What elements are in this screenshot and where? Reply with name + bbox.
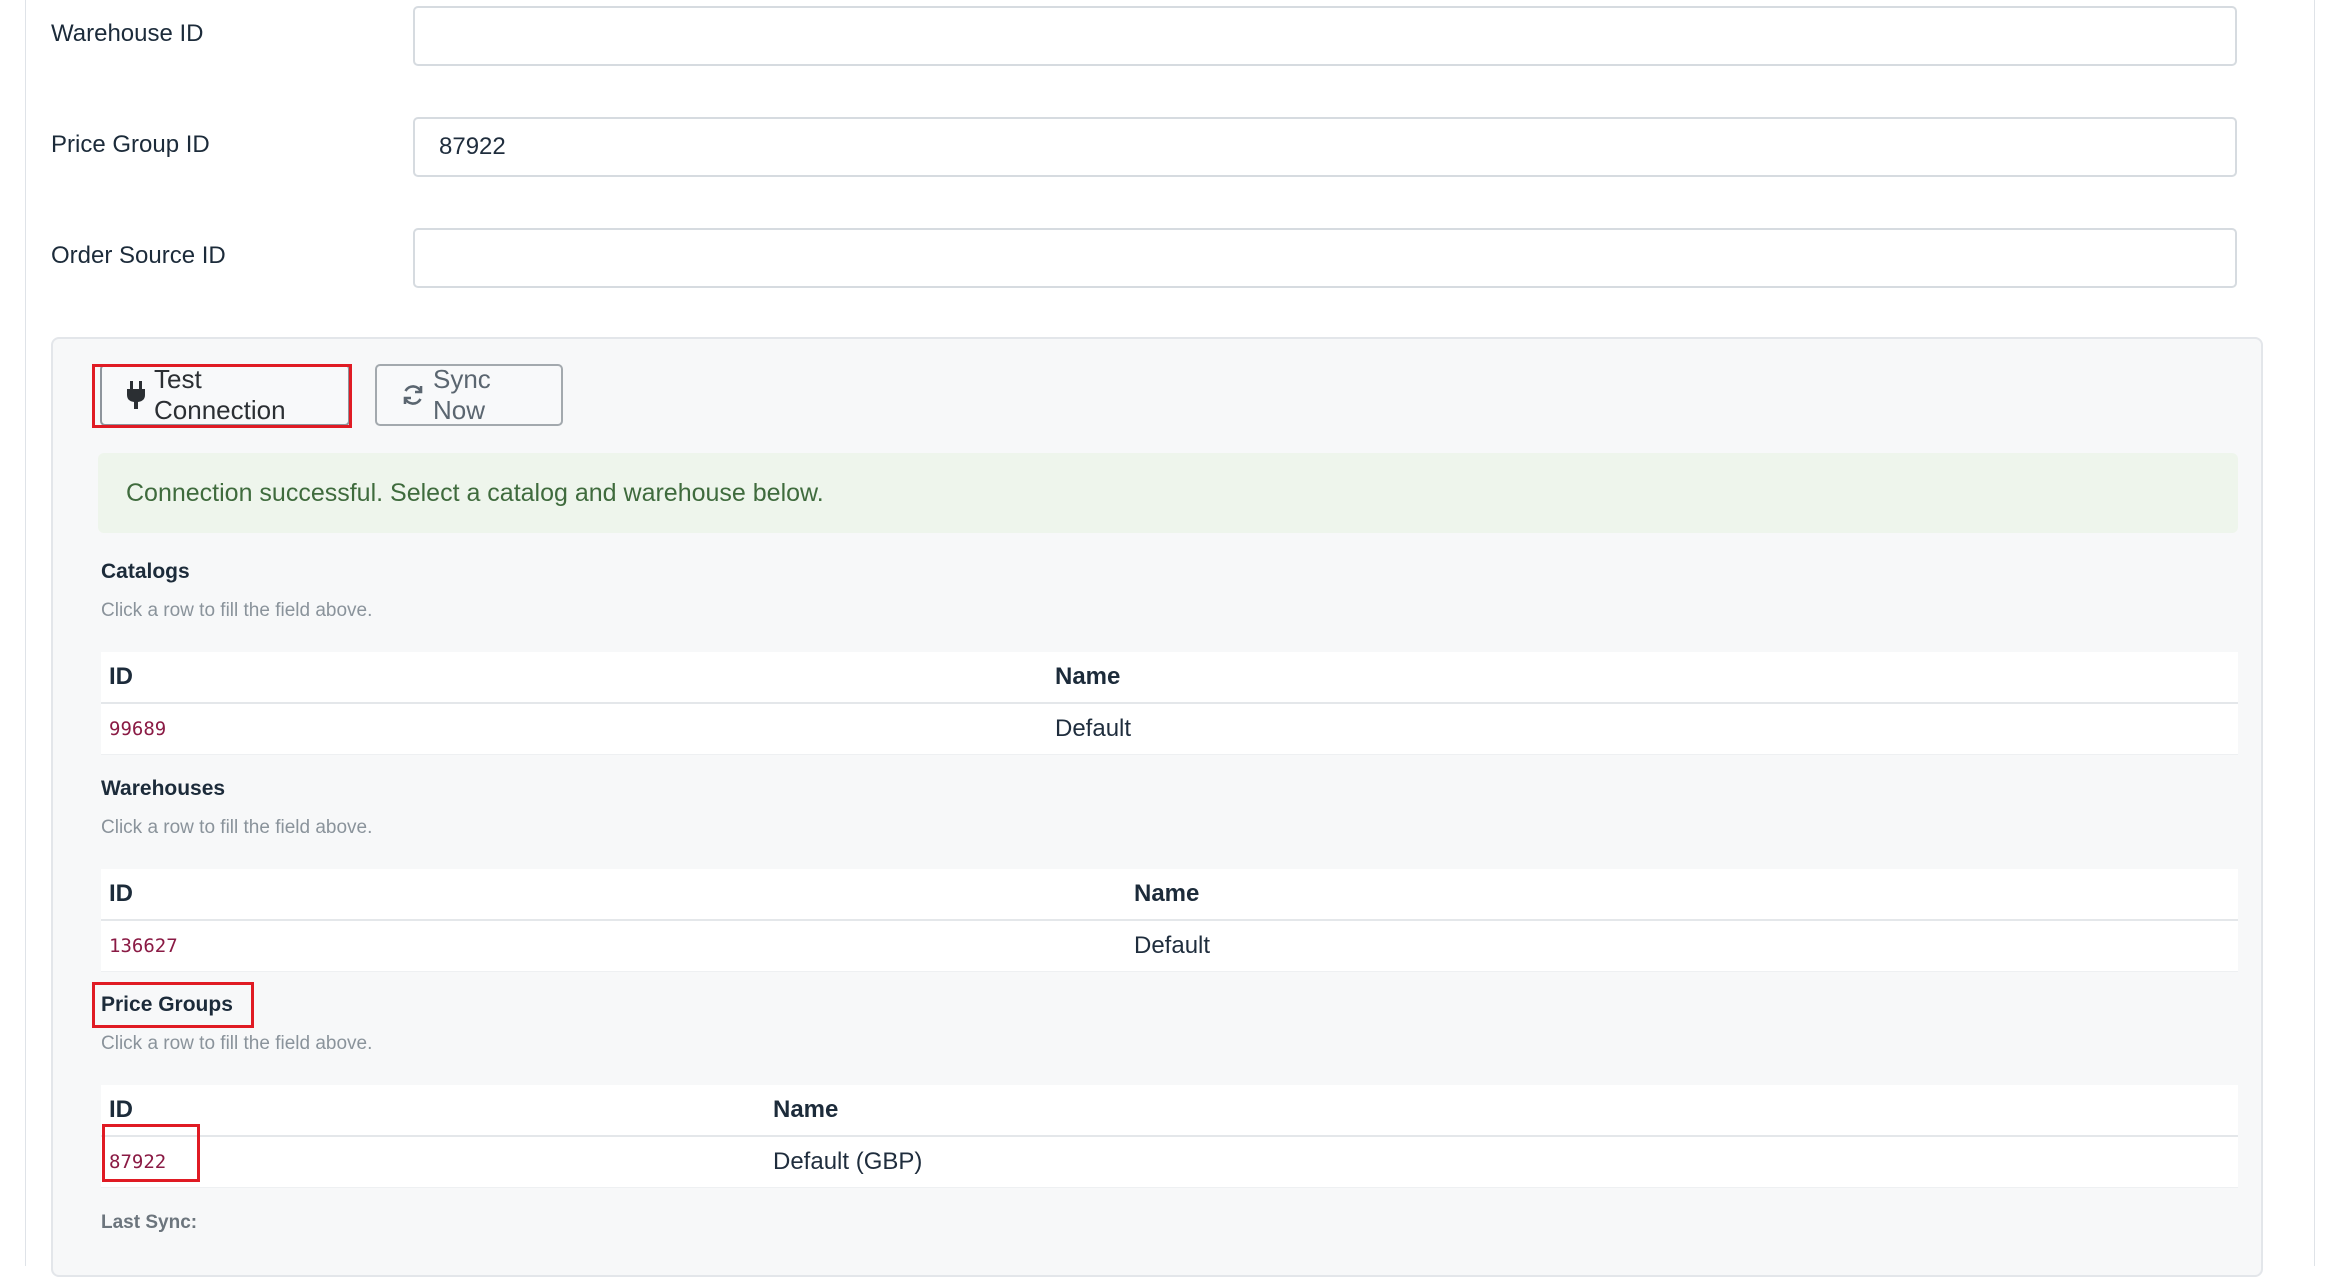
column-header-id: ID xyxy=(109,1096,133,1123)
connection-success-alert: Connection successful. Select a catalog … xyxy=(98,453,2238,533)
warehouses-table: ID Name 136627 Default xyxy=(101,869,2238,972)
refresh-icon xyxy=(401,383,425,407)
plug-icon xyxy=(126,381,146,409)
column-header-id: ID xyxy=(109,880,133,907)
test-connection-label: Test Connection xyxy=(154,364,286,425)
warehouse-id-label: Warehouse ID xyxy=(51,20,204,47)
price-groups-help: Click a row to fill the field above. xyxy=(101,1033,373,1054)
catalogs-table: ID Name 99689 Default xyxy=(101,652,2238,755)
table-header: ID Name xyxy=(101,869,2238,921)
warehouse-name-cell: Default xyxy=(1134,932,1211,959)
catalogs-help: Click a row to fill the field above. xyxy=(101,600,373,621)
price-group-id-label: Price Group ID xyxy=(51,131,210,158)
order-source-id-input[interactable] xyxy=(413,228,2237,288)
warehouse-id-cell: 136627 xyxy=(109,935,178,957)
warehouses-title: Warehouses xyxy=(101,777,226,800)
table-header: ID Name xyxy=(101,1085,2238,1137)
column-header-name: Name xyxy=(1055,663,1121,690)
table-row[interactable]: 87922 Default (GBP) xyxy=(101,1137,2238,1188)
warehouse-id-input[interactable] xyxy=(413,6,2237,66)
price-group-id-row: Price Group ID xyxy=(51,117,2263,181)
sync-now-button[interactable]: Sync Now xyxy=(375,364,563,426)
last-sync-label: Last Sync: xyxy=(101,1212,198,1233)
price-groups-table: ID Name 87922 Default (GBP) xyxy=(101,1085,2238,1188)
test-connection-button[interactable]: Test Connection xyxy=(100,364,350,426)
price-group-name-cell: Default (GBP) xyxy=(773,1148,923,1175)
warehouse-id-row: Warehouse ID xyxy=(51,6,2263,70)
catalog-id-cell: 99689 xyxy=(109,718,167,740)
warehouses-help: Click a row to fill the field above. xyxy=(101,817,373,838)
price-group-id-input[interactable] xyxy=(413,117,2237,177)
column-header-name: Name xyxy=(1134,880,1200,907)
table-row[interactable]: 99689 Default xyxy=(101,704,2238,755)
order-source-id-label: Order Source ID xyxy=(51,242,226,269)
table-row[interactable]: 136627 Default xyxy=(101,921,2238,972)
price-group-id-cell: 87922 xyxy=(109,1151,167,1173)
price-groups-title: Price Groups xyxy=(101,993,233,1016)
table-header: ID Name xyxy=(101,652,2238,704)
sync-now-label: Sync Now xyxy=(433,364,491,425)
order-source-id-row: Order Source ID xyxy=(51,228,2263,292)
catalogs-title: Catalogs xyxy=(101,560,190,583)
column-header-id: ID xyxy=(109,663,133,690)
column-header-name: Name xyxy=(773,1096,839,1123)
catalog-name-cell: Default xyxy=(1055,715,1132,742)
